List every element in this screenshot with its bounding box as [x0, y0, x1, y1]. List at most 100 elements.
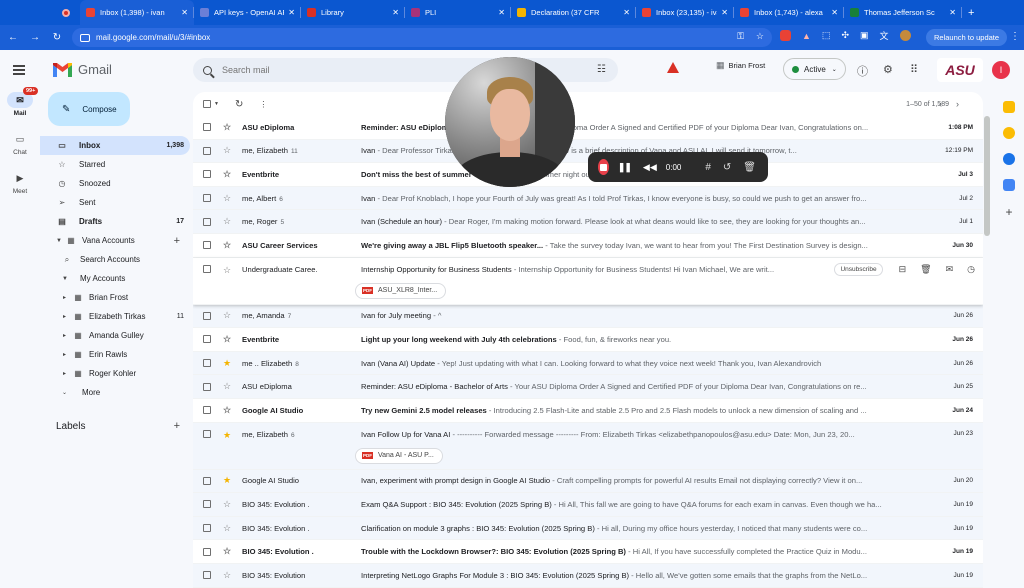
search-options-icon[interactable]: ☷ [597, 64, 606, 75]
attachment-chip[interactable]: PDF Vana AI - ASU P... [355, 447, 443, 464]
apps-grid-icon[interactable]: ⠿ [910, 63, 918, 76]
email-row[interactable]: ☆ ASU eDiploma Reminder: ASU eDiploma - … [193, 116, 983, 140]
email-row[interactable]: ☆ Undergraduate Caree. Internship Opport… [193, 257, 983, 305]
email-row[interactable]: ☆ me, Roger 5 Ivan (Schedule an hour) - D… [193, 210, 983, 234]
row-checkbox[interactable] [203, 123, 211, 132]
search-accounts-item[interactable]: ⌕ Search Accounts [40, 250, 190, 269]
account-item[interactable]: ▸ ▦ Erin Rawls [40, 345, 190, 364]
search-icon[interactable] [203, 65, 212, 75]
stop-recording-button[interactable] [598, 159, 609, 175]
row-checkbox[interactable] [203, 359, 211, 368]
browser-tab[interactable]: Inbox (23,135) - ivan ✕ [636, 0, 734, 25]
star-icon[interactable]: ☆ [223, 240, 233, 251]
row-checkbox[interactable] [203, 382, 211, 391]
relaunch-button[interactable]: Relaunch to update [926, 29, 1008, 46]
sidebar-item-snoozed[interactable]: ◷ Snoozed [40, 174, 190, 193]
rail-item-mail[interactable]: ✉ 99+ Mail [0, 87, 40, 117]
tasks-addon-icon[interactable] [1003, 153, 1015, 165]
bookmark-star-icon[interactable]: ☆ [756, 31, 764, 42]
add-addon-icon[interactable]: + [994, 205, 1024, 219]
add-label-icon[interactable]: + [174, 420, 180, 432]
translate-icon[interactable]: 文 [880, 29, 889, 42]
password-key-icon[interactable]: ⚿ [737, 31, 744, 42]
row-checkbox[interactable] [203, 335, 211, 344]
delete-icon[interactable]: 🗑 [920, 264, 931, 275]
browser-tab[interactable]: Declaration (37 CFR ✕ [511, 0, 636, 25]
back-icon[interactable]: ← [2, 32, 24, 43]
browser-tab[interactable]: Inbox (1,398) - ivan ✕ [80, 0, 194, 25]
help-icon[interactable]: ⓘ [857, 63, 868, 79]
pause-icon[interactable]: ❚❚ [618, 162, 632, 173]
extension-triangle-icon[interactable]: ▲ [802, 31, 811, 41]
row-checkbox[interactable] [203, 194, 211, 203]
row-checkbox[interactable] [203, 571, 211, 580]
star-icon[interactable]: ☆ [223, 216, 233, 227]
mail-scrollbar[interactable] [984, 116, 990, 236]
email-row[interactable]: ☆ BIO 345: Evolution . Clarification on … [193, 516, 983, 541]
email-row[interactable]: ☆ BIO 345: Evolution Interpreting NetLog… [193, 563, 983, 588]
profile-icon[interactable] [899, 30, 911, 41]
unsubscribe-button[interactable]: Unsubscribe [834, 262, 883, 276]
browser-menu-icon[interactable]: ⋮ [1010, 31, 1020, 42]
sidebar-item-drafts[interactable]: ▤ Drafts 17 [40, 212, 190, 231]
star-icon[interactable]: ☆ [223, 193, 233, 204]
pagination-arrows[interactable]: ‹› [939, 99, 973, 109]
more-item[interactable]: ⌄ More [40, 383, 190, 402]
star-icon[interactable]: ☆ [223, 334, 233, 345]
add-icon[interactable]: + [174, 235, 180, 247]
new-tab-button[interactable]: + [968, 7, 974, 19]
browser-tab[interactable]: Library ✕ [301, 0, 405, 25]
row-checkbox[interactable] [203, 217, 211, 226]
star-icon[interactable]: ★ [223, 475, 233, 486]
site-info-icon[interactable] [80, 33, 90, 42]
snooze-icon[interactable]: ◷ [967, 264, 975, 275]
close-tab-icon[interactable]: ✕ [498, 8, 505, 17]
close-tab-icon[interactable]: ✕ [288, 8, 295, 17]
sidebar-item-sent[interactable]: ➢ Sent [40, 193, 190, 212]
forward-icon[interactable]: → [24, 32, 46, 43]
browser-tab[interactable]: PLI ✕ [405, 0, 511, 25]
close-tab-icon[interactable]: ✕ [392, 8, 399, 17]
row-checkbox[interactable] [203, 500, 211, 509]
email-row[interactable]: ☆ Google AI Studio Try new Gemini 2.5 mo… [193, 398, 983, 423]
account-item[interactable]: ▸ ▦ Brian Frost [40, 288, 190, 307]
restart-icon[interactable]: ↺ [723, 162, 731, 173]
reload-icon[interactable]: ↻ [46, 32, 68, 43]
email-row[interactable]: ☆ ASU eDiploma Reminder: ASU eDiploma - … [193, 375, 983, 399]
star-icon[interactable]: ☆ [223, 499, 233, 510]
avatar[interactable]: I [992, 61, 1010, 79]
star-icon[interactable]: ☆ [223, 265, 233, 276]
star-icon[interactable]: ☆ [223, 122, 233, 133]
star-icon[interactable]: ★ [223, 430, 233, 441]
puzzle-icon[interactable]: ✣ [841, 30, 849, 41]
gmail-logo[interactable]: Gmail [53, 62, 112, 77]
calendar-addon-icon[interactable] [1003, 101, 1015, 113]
star-icon[interactable]: ☆ [223, 570, 233, 581]
star-icon[interactable]: ★ [223, 358, 233, 369]
account-item[interactable]: ▸ ▦ Roger Kohler [40, 364, 190, 383]
email-row[interactable]: ★ Google AI Studio Ivan, experiment with… [193, 469, 983, 494]
star-icon[interactable]: ☆ [223, 310, 233, 321]
mark-unread-icon[interactable]: ✉ [946, 264, 954, 275]
email-row[interactable]: ★ me .. Elizabeth 8 Ivan (Vana AI) Update… [193, 351, 983, 376]
row-checkbox[interactable] [203, 241, 211, 250]
star-icon[interactable]: ☆ [223, 145, 233, 156]
keep-addon-icon[interactable] [1003, 127, 1015, 139]
row-checkbox[interactable] [203, 524, 211, 533]
main-menu-icon[interactable] [13, 65, 25, 77]
my-accounts-item[interactable]: ▼ My Accounts [40, 269, 190, 288]
row-checkbox[interactable] [203, 547, 211, 556]
webcam-bubble[interactable] [445, 57, 575, 187]
select-all-checkbox[interactable] [203, 100, 211, 108]
rail-item-meet[interactable]: ▶ Meet [0, 170, 40, 196]
close-tab-icon[interactable]: ✕ [721, 8, 728, 17]
star-icon[interactable]: ☆ [223, 381, 233, 392]
email-row[interactable]: ☆ BIO 345: Evolution . Exam Q&A Support … [193, 493, 983, 517]
refresh-icon[interactable]: ↻ [235, 99, 243, 110]
browser-tab[interactable]: API keys - OpenAI API ✕ [194, 0, 301, 25]
account-switcher[interactable]: ▦ Brian Frost [716, 60, 765, 71]
extension-box-icon[interactable]: ⬚ [822, 30, 831, 41]
trash-icon[interactable]: 🗑 [743, 162, 756, 173]
row-checkbox[interactable] [203, 264, 211, 273]
email-row[interactable]: ☆ Eventbrite Light up your long weekend … [193, 328, 983, 352]
